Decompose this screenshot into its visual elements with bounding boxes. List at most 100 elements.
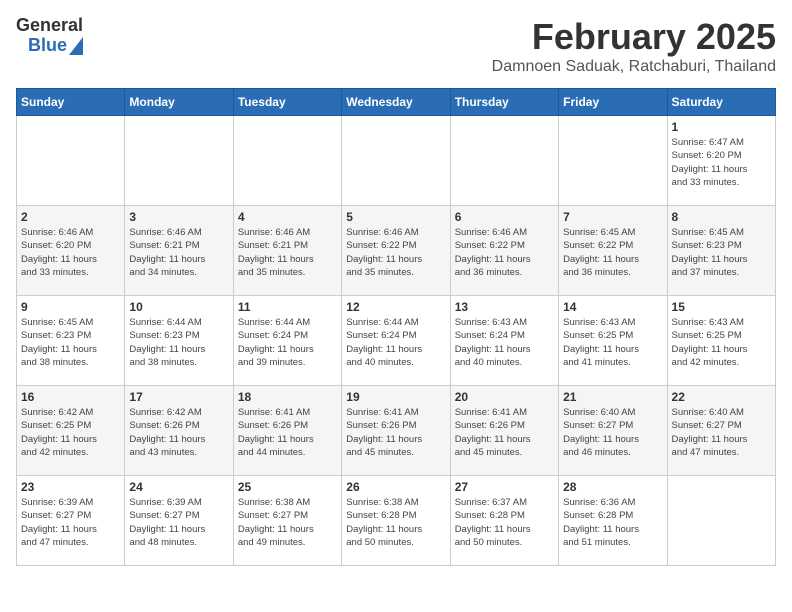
page-header: General Blue February 2025 Damnoen Sadua… [16, 16, 776, 76]
calendar-cell: 17Sunrise: 6:42 AM Sunset: 6:26 PM Dayli… [125, 386, 233, 476]
day-number: 1 [672, 120, 771, 134]
day-number: 8 [672, 210, 771, 224]
day-number: 20 [455, 390, 554, 404]
day-number: 17 [129, 390, 228, 404]
calendar-cell [17, 116, 125, 206]
calendar-cell: 3Sunrise: 6:46 AM Sunset: 6:21 PM Daylig… [125, 206, 233, 296]
day-info: Sunrise: 6:46 AM Sunset: 6:21 PM Dayligh… [129, 226, 228, 279]
calendar-cell [125, 116, 233, 206]
calendar-row-1: 1 Sunrise: 6:47 AM Sunset: 6:20 PM Daylig… [17, 116, 776, 206]
day-number: 23 [21, 480, 120, 494]
weekday-header-saturday: Saturday [667, 89, 775, 116]
day-number: 21 [563, 390, 662, 404]
calendar-row-3: 9 Sunrise: 6:45 AM Sunset: 6:23 PM Daylig… [17, 296, 776, 386]
weekday-header-thursday: Thursday [450, 89, 558, 116]
calendar-cell: 20 Sunrise: 6:41 AM Sunset: 6:26 PM Dayli… [450, 386, 558, 476]
calendar-cell: 12 Sunrise: 6:44 AM Sunset: 6:24 PM Dayli… [342, 296, 450, 386]
calendar-cell: 2 Sunrise: 6:46 AM Sunset: 6:20 PM Daylig… [17, 206, 125, 296]
calendar-cell: 26Sunrise: 6:38 AM Sunset: 6:28 PM Dayli… [342, 476, 450, 566]
calendar-cell: 27Sunrise: 6:37 AM Sunset: 6:28 PM Dayli… [450, 476, 558, 566]
calendar-cell: 15 Sunrise: 6:43 AM Sunset: 6:25 PM Dayli… [667, 296, 775, 386]
title-block: February 2025 Damnoen Saduak, Ratchaburi… [492, 16, 776, 76]
day-info: Sunrise: 6:41 AM Sunset: 6:26 PM Dayligh… [455, 406, 554, 459]
day-number: 7 [563, 210, 662, 224]
calendar-cell: 19 Sunrise: 6:41 AM Sunset: 6:26 PM Dayli… [342, 386, 450, 476]
calendar-row-5: 23 Sunrise: 6:39 AM Sunset: 6:27 PM Dayli… [17, 476, 776, 566]
day-number: 22 [672, 390, 771, 404]
day-info: Sunrise: 6:43 AM Sunset: 6:25 PM Dayligh… [563, 316, 662, 369]
day-number: 25 [238, 480, 337, 494]
weekday-header-sunday: Sunday [17, 89, 125, 116]
calendar-cell: 6 Sunrise: 6:46 AM Sunset: 6:22 PM Daylig… [450, 206, 558, 296]
calendar-cell: 4 Sunrise: 6:46 AM Sunset: 6:21 PM Daylig… [233, 206, 341, 296]
day-number: 6 [455, 210, 554, 224]
logo: General Blue [16, 16, 83, 56]
day-number: 13 [455, 300, 554, 314]
day-info: Sunrise: 6:46 AM Sunset: 6:20 PM Dayligh… [21, 226, 120, 279]
calendar-row-4: 16Sunrise: 6:42 AM Sunset: 6:25 PM Dayli… [17, 386, 776, 476]
day-number: 15 [672, 300, 771, 314]
calendar-table: SundayMondayTuesdayWednesdayThursdayFrid… [16, 88, 776, 566]
calendar-cell: 23Sunrise: 6:39 AM Sunset: 6:27 PM Dayli… [17, 476, 125, 566]
calendar-cell [667, 476, 775, 566]
calendar-cell [233, 116, 341, 206]
day-info: Sunrise: 6:39 AM Sunset: 6:27 PM Dayligh… [129, 496, 228, 549]
day-number: 5 [346, 210, 445, 224]
calendar-cell: 13 Sunrise: 6:43 AM Sunset: 6:24 PM Dayli… [450, 296, 558, 386]
day-info: Sunrise: 6:42 AM Sunset: 6:25 PM Dayligh… [21, 406, 120, 459]
calendar-cell [559, 116, 667, 206]
calendar-cell: 18Sunrise: 6:41 AM Sunset: 6:26 PM Dayli… [233, 386, 341, 476]
day-number: 12 [346, 300, 445, 314]
day-info: Sunrise: 6:38 AM Sunset: 6:27 PM Dayligh… [238, 496, 337, 549]
calendar-cell: 1 Sunrise: 6:47 AM Sunset: 6:20 PM Daylig… [667, 116, 775, 206]
weekday-header-monday: Monday [125, 89, 233, 116]
location-title: Damnoen Saduak, Ratchaburi, Thailand [492, 58, 776, 76]
calendar-cell: 10Sunrise: 6:44 AM Sunset: 6:23 PM Dayli… [125, 296, 233, 386]
day-info: Sunrise: 6:37 AM Sunset: 6:28 PM Dayligh… [455, 496, 554, 549]
logo-blue: Blue [28, 36, 67, 56]
weekday-header-wednesday: Wednesday [342, 89, 450, 116]
calendar-cell: 28 Sunrise: 6:36 AM Sunset: 6:28 PM Dayli… [559, 476, 667, 566]
calendar-cell: 21 Sunrise: 6:40 AM Sunset: 6:27 PM Dayli… [559, 386, 667, 476]
weekday-header-tuesday: Tuesday [233, 89, 341, 116]
day-info: Sunrise: 6:47 AM Sunset: 6:20 PM Dayligh… [672, 136, 771, 189]
calendar-cell: 5 Sunrise: 6:46 AM Sunset: 6:22 PM Daylig… [342, 206, 450, 296]
logo-general: General [16, 16, 83, 36]
day-info: Sunrise: 6:41 AM Sunset: 6:26 PM Dayligh… [346, 406, 445, 459]
day-number: 11 [238, 300, 337, 314]
day-number: 19 [346, 390, 445, 404]
calendar-cell: 7 Sunrise: 6:45 AM Sunset: 6:22 PM Daylig… [559, 206, 667, 296]
calendar-cell: 16Sunrise: 6:42 AM Sunset: 6:25 PM Dayli… [17, 386, 125, 476]
calendar-cell: 9 Sunrise: 6:45 AM Sunset: 6:23 PM Daylig… [17, 296, 125, 386]
calendar-cell [450, 116, 558, 206]
month-title: February 2025 [492, 16, 776, 58]
calendar-cell: 22 Sunrise: 6:40 AM Sunset: 6:27 PM Dayli… [667, 386, 775, 476]
day-number: 2 [21, 210, 120, 224]
calendar-cell: 24 Sunrise: 6:39 AM Sunset: 6:27 PM Dayli… [125, 476, 233, 566]
calendar-cell: 11Sunrise: 6:44 AM Sunset: 6:24 PM Dayli… [233, 296, 341, 386]
day-info: Sunrise: 6:45 AM Sunset: 6:22 PM Dayligh… [563, 226, 662, 279]
day-info: Sunrise: 6:40 AM Sunset: 6:27 PM Dayligh… [563, 406, 662, 459]
day-number: 14 [563, 300, 662, 314]
day-info: Sunrise: 6:38 AM Sunset: 6:28 PM Dayligh… [346, 496, 445, 549]
day-number: 28 [563, 480, 662, 494]
day-info: Sunrise: 6:46 AM Sunset: 6:21 PM Dayligh… [238, 226, 337, 279]
day-number: 9 [21, 300, 120, 314]
day-info: Sunrise: 6:46 AM Sunset: 6:22 PM Dayligh… [455, 226, 554, 279]
logo-triangle-icon [69, 37, 83, 55]
day-info: Sunrise: 6:43 AM Sunset: 6:25 PM Dayligh… [672, 316, 771, 369]
calendar-row-2: 2 Sunrise: 6:46 AM Sunset: 6:20 PM Daylig… [17, 206, 776, 296]
day-info: Sunrise: 6:44 AM Sunset: 6:24 PM Dayligh… [346, 316, 445, 369]
day-number: 4 [238, 210, 337, 224]
day-info: Sunrise: 6:43 AM Sunset: 6:24 PM Dayligh… [455, 316, 554, 369]
day-info: Sunrise: 6:46 AM Sunset: 6:22 PM Dayligh… [346, 226, 445, 279]
day-info: Sunrise: 6:36 AM Sunset: 6:28 PM Dayligh… [563, 496, 662, 549]
calendar-cell: 8Sunrise: 6:45 AM Sunset: 6:23 PM Daylig… [667, 206, 775, 296]
day-info: Sunrise: 6:41 AM Sunset: 6:26 PM Dayligh… [238, 406, 337, 459]
calendar-cell: 25 Sunrise: 6:38 AM Sunset: 6:27 PM Dayli… [233, 476, 341, 566]
weekday-header-friday: Friday [559, 89, 667, 116]
day-number: 24 [129, 480, 228, 494]
calendar-cell [342, 116, 450, 206]
day-info: Sunrise: 6:40 AM Sunset: 6:27 PM Dayligh… [672, 406, 771, 459]
day-info: Sunrise: 6:45 AM Sunset: 6:23 PM Dayligh… [21, 316, 120, 369]
